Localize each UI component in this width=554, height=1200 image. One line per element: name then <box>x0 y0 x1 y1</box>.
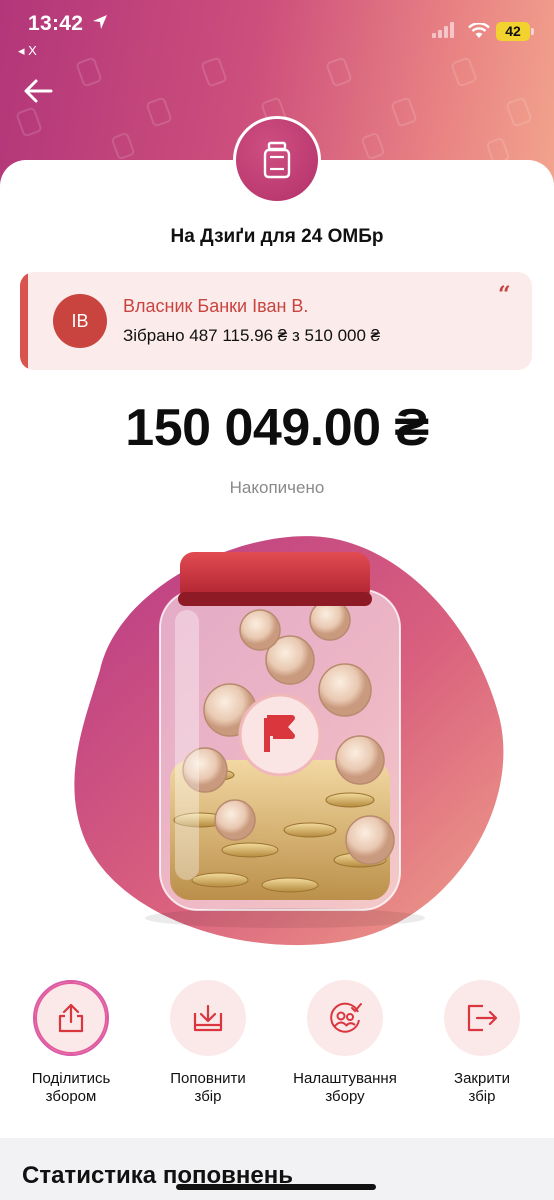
jar-balance-label: Накопичено <box>229 478 325 497</box>
settings-icon <box>330 1002 362 1033</box>
wifi-icon <box>468 23 490 38</box>
owner-collected-amount: Зібрано 487 115.96 ₴ з 510 000 ₴ <box>123 326 381 345</box>
close-jar-button[interactable] <box>444 980 520 1056</box>
jar-balance: 150 049.00 ₴ <box>125 399 429 457</box>
share-jar-action[interactable]: Поділитись збором <box>2 980 140 1106</box>
share-jar-label: Поділитись збором <box>2 1070 140 1106</box>
share-jar-label-line2: збором <box>45 1088 97 1105</box>
close-jar-action[interactable]: Закрити збір <box>413 980 551 1106</box>
status-bar: 13:42 ◂ X 42 <box>0 0 554 58</box>
share-jar-button[interactable] <box>33 980 109 1056</box>
jar-actions: Поділитись збором Поповнити збір Налашту… <box>0 980 554 1110</box>
owner-card-accent-stripe <box>20 272 28 370</box>
owner-avatar: ІВ <box>53 294 107 348</box>
jar-title: На Дзиґи для 24 ОМБр <box>170 226 384 247</box>
close-jar-label-line1: Закрити <box>454 1070 510 1087</box>
share-jar-label-line1: Поділитись <box>31 1070 111 1087</box>
home-indicator[interactable] <box>176 1184 376 1190</box>
owner-name: Власник Банки Іван В. <box>123 296 309 316</box>
jar-settings-button[interactable] <box>307 980 383 1056</box>
quote-icon: “ <box>498 282 511 308</box>
back-arrow-icon[interactable] <box>22 76 54 106</box>
jar-badge <box>233 116 321 204</box>
battery-tip <box>531 28 534 35</box>
location-arrow-icon <box>93 15 107 29</box>
jar-settings-label: Налаштування збору <box>276 1070 414 1106</box>
top-up-jar-label-line2: збір <box>194 1088 222 1105</box>
battery-indicator: 42 <box>496 22 530 41</box>
close-jar-label: Закрити збір <box>413 1070 551 1106</box>
status-time: 13:42 <box>28 12 84 35</box>
top-up-jar-button[interactable] <box>170 980 246 1056</box>
back-to-app-link[interactable]: ◂ X <box>18 43 37 59</box>
close-jar-label-line2: збір <box>468 1088 496 1105</box>
owner-card[interactable]: ІВ Власник Банки Іван В. Зібрано 487 115… <box>20 272 532 370</box>
jar-illustration <box>74 536 504 946</box>
cellular-signal-icon <box>432 22 454 38</box>
jar-settings-label-line2: збору <box>325 1088 365 1105</box>
jar-settings-action[interactable]: Налаштування збору <box>276 980 414 1106</box>
share-icon <box>58 1003 84 1033</box>
jar-icon <box>263 141 291 179</box>
top-up-icon <box>193 1004 223 1032</box>
jar-settings-label-line1: Налаштування <box>293 1070 397 1087</box>
close-jar-icon <box>467 1004 498 1032</box>
top-up-jar-action[interactable]: Поповнити збір <box>139 980 277 1106</box>
top-up-jar-label: Поповнити збір <box>139 1070 277 1106</box>
top-up-jar-label-line1: Поповнити <box>170 1070 246 1087</box>
